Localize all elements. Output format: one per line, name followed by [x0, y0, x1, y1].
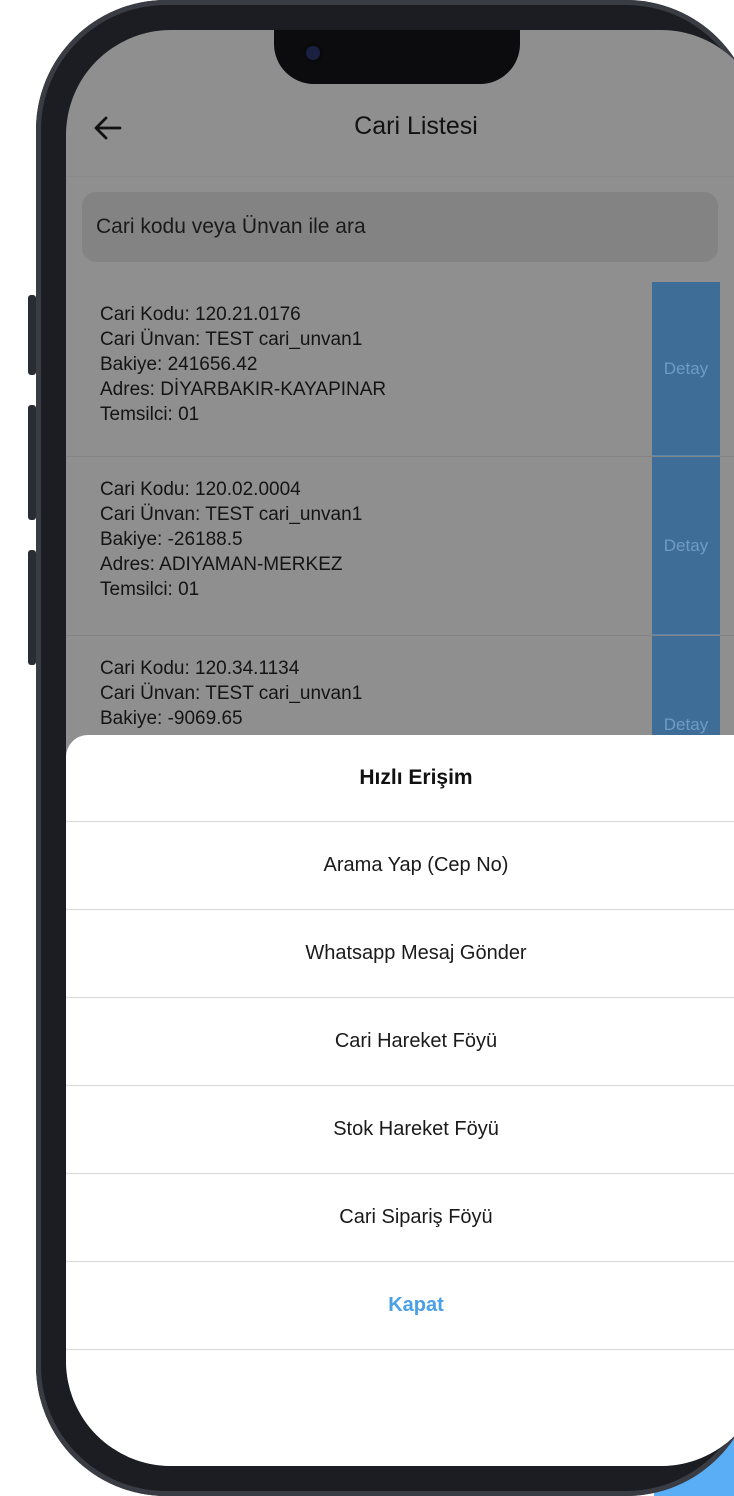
stock-statement-option[interactable]: Stok Hareket Föyü: [66, 1086, 734, 1174]
account-statement-option[interactable]: Cari Hareket Föyü: [66, 998, 734, 1086]
customer-rep: Temsilci: 01: [100, 579, 200, 600]
stage: Cari Listesi Cari Kodu: 120.21.0176 Cari…: [0, 0, 734, 1496]
phone-frame: Cari Listesi Cari Kodu: 120.21.0176 Cari…: [36, 0, 734, 1496]
customer-address: Adres: DİYARBAKIR-KAYAPINAR: [100, 379, 387, 400]
detail-button[interactable]: Detay: [652, 282, 720, 456]
customer-title: Cari Ünvan: TEST cari_unvan1: [100, 683, 363, 704]
call-option[interactable]: Arama Yap (Cep No): [66, 822, 734, 910]
list-item-details: Cari Kodu: 120.02.0004 Cari Ünvan: TEST …: [100, 477, 362, 602]
order-statement-option[interactable]: Cari Sipariş Föyü: [66, 1174, 734, 1262]
close-button[interactable]: Kapat: [66, 1262, 734, 1350]
app-screen: Cari Listesi Cari Kodu: 120.21.0176 Cari…: [66, 30, 734, 1466]
whatsapp-option[interactable]: Whatsapp Mesaj Gönder: [66, 910, 734, 998]
arrow-left-icon[interactable]: [88, 108, 128, 148]
phone-mute-switch: [28, 295, 36, 375]
customer-code: Cari Kodu: 120.34.1134: [100, 658, 300, 679]
customer-address: Adres: ADIYAMAN-MERKEZ: [100, 554, 343, 575]
customer-balance: Bakiye: -26188.5: [100, 529, 243, 550]
app-header: Cari Listesi: [66, 90, 734, 177]
phone-volume-up: [28, 405, 36, 520]
front-camera-icon: [306, 46, 320, 60]
customer-title: Cari Ünvan: TEST cari_unvan1: [100, 504, 363, 525]
list-item-details: Cari Kodu: 120.34.1134 Cari Ünvan: TEST …: [100, 656, 362, 731]
quick-access-sheet: Hızlı Erişim Arama Yap (Cep No) Whatsapp…: [66, 735, 734, 1466]
customer-code: Cari Kodu: 120.21.0176: [100, 304, 301, 325]
list-item[interactable]: Cari Kodu: 120.02.0004 Cari Ünvan: TEST …: [66, 457, 734, 636]
sheet-title: Hızlı Erişim: [66, 735, 734, 822]
page-title: Cari Listesi: [354, 112, 478, 140]
list-item-details: Cari Kodu: 120.21.0176 Cari Ünvan: TEST …: [100, 302, 386, 427]
customer-balance: Bakiye: 241656.42: [100, 354, 258, 375]
customer-code: Cari Kodu: 120.02.0004: [100, 479, 301, 500]
phone-notch: [274, 30, 520, 84]
customer-title: Cari Ünvan: TEST cari_unvan1: [100, 329, 363, 350]
phone-volume-down: [28, 550, 36, 665]
detail-button[interactable]: Detay: [652, 457, 720, 635]
search-input[interactable]: [82, 192, 718, 262]
customer-rep: Temsilci: 01: [100, 404, 200, 425]
customer-balance: Bakiye: -9069.65: [100, 708, 243, 729]
list-item[interactable]: Cari Kodu: 120.21.0176 Cari Ünvan: TEST …: [66, 282, 734, 457]
